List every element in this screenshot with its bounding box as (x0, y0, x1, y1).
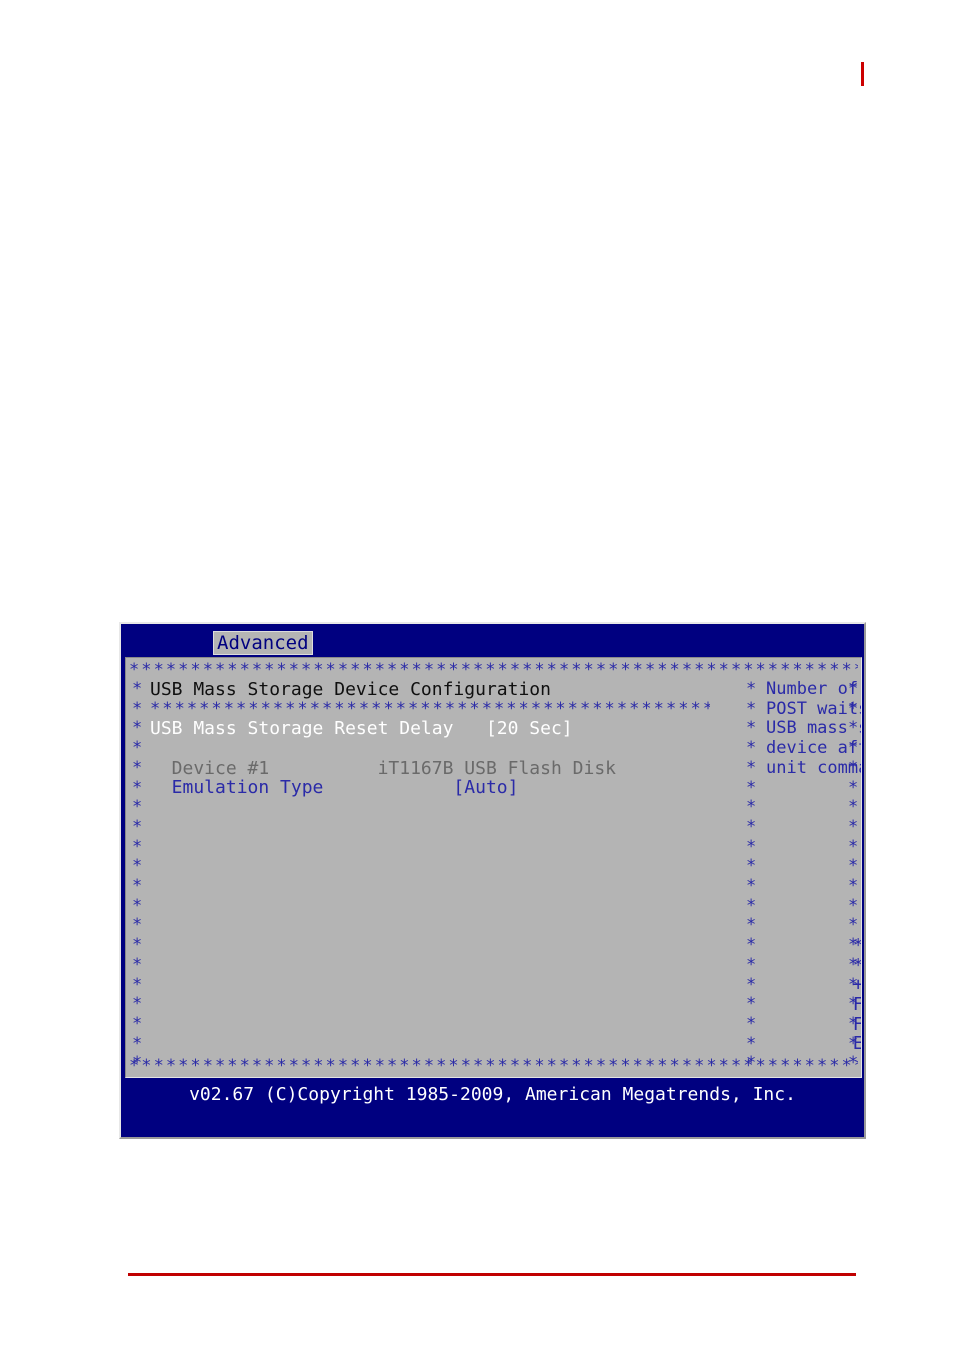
legend-key-general-help: F1 (853, 995, 861, 1015)
page-bottom-red-rule (128, 1273, 856, 1276)
bios-setup-window: Advanced *******************************… (119, 622, 866, 1139)
page-top-red-mark (861, 62, 864, 86)
legend-spacer-6 (766, 877, 861, 897)
legend-spacer-1 (766, 778, 861, 798)
section-separator: ****************************************… (150, 699, 710, 719)
help-and-legend-panel: Number of seconds POST waits for the USB… (766, 679, 861, 1053)
panel-divider-column: * * * * * * * * * * * * * * * * * * * * (746, 679, 757, 1074)
legend-key-change-option: +- (853, 975, 861, 995)
help-text-line-2: POST waits for the (766, 698, 861, 719)
bios-content-panel: ****************************************… (125, 657, 862, 1078)
help-text-line-5: unit command. (766, 757, 861, 778)
legend-key-save-and-exit: F10 (853, 1014, 861, 1035)
bios-menu-bar: Advanced (121, 624, 864, 656)
panel-top-border: ****************************************… (129, 662, 858, 679)
legend-key-select-item: ** (853, 955, 861, 976)
spacer-row (150, 739, 730, 759)
help-text-line-3: USB mass storage (766, 718, 861, 739)
tab-advanced[interactable]: Advanced (213, 631, 313, 655)
legend-spacer-4 (766, 838, 861, 858)
legend-spacer-7 (766, 897, 861, 917)
bios-footer-copyright: v02.67 (C)Copyright 1985-2009, American … (189, 1084, 796, 1105)
help-text-line-4: device after start (766, 738, 861, 759)
setting-row-usb-mass-storage-reset-delay[interactable]: USB Mass Storage Reset Delay [20 Sec] (150, 719, 730, 739)
legend-spacer-3 (766, 818, 861, 838)
section-title: USB Mass Storage Device Configuration (150, 679, 551, 700)
panel-left-border-column: * * * * * * * * * * * * * * * * * * * * (132, 679, 143, 1074)
legend-key-select-screen: * (853, 936, 861, 956)
legend-spacer-2 (766, 798, 861, 818)
help-text-line-1: Number of seconds (766, 679, 859, 699)
legend-spacer-5 (766, 857, 861, 877)
legend-key-exit: ESC (853, 1034, 861, 1054)
setting-row-device-1: Device #1 iT1167B USB Flash Disk (150, 757, 616, 779)
settings-list: USB Mass Storage Device Configuration **… (150, 680, 730, 798)
legend-item-select-screen: *Select Screen (766, 916, 861, 955)
setting-row-emulation-type[interactable]: Emulation Type [Auto] (150, 778, 730, 798)
